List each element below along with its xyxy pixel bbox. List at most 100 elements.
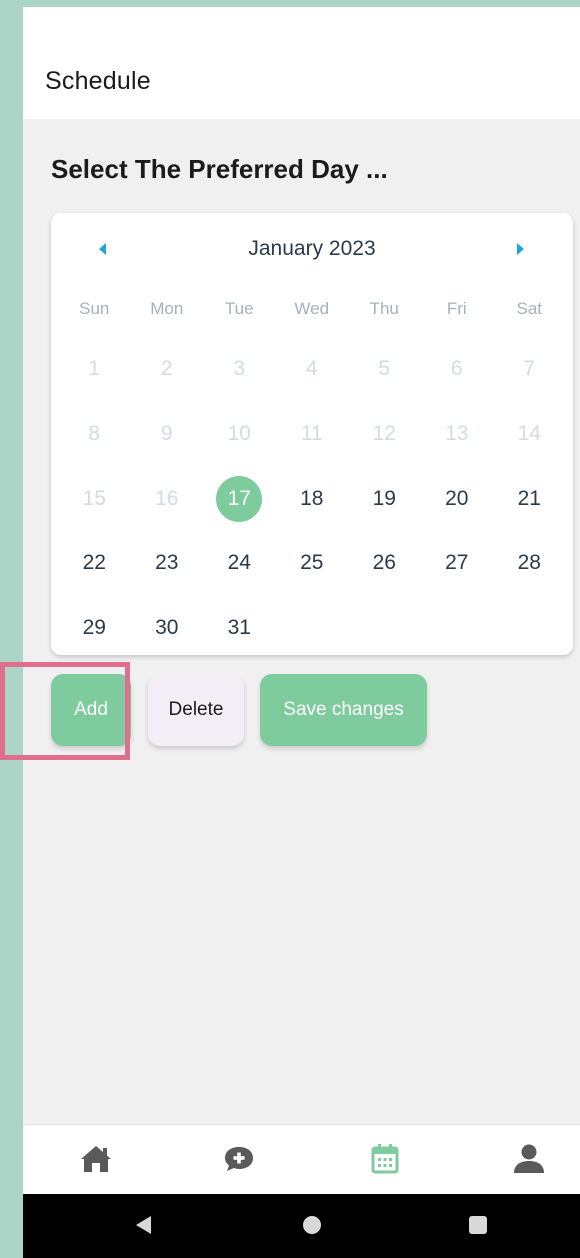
- weekday-label: Tue: [224, 299, 254, 318]
- day-number: 29: [82, 616, 106, 640]
- app-header: Schedule: [23, 7, 580, 119]
- calendar-day: 8: [58, 411, 131, 457]
- add-button[interactable]: Add: [51, 674, 131, 746]
- day-number: 19: [372, 486, 396, 510]
- calendar-day[interactable]: 18: [276, 476, 349, 522]
- calendar-day[interactable]: 25: [276, 540, 349, 586]
- save-changes-button[interactable]: Save changes: [260, 674, 427, 746]
- calendar-day-selected[interactable]: 17: [203, 475, 276, 522]
- day-number: 27: [445, 551, 469, 575]
- day-number: 17: [216, 475, 263, 522]
- day-number: 22: [82, 551, 106, 575]
- day-number: 26: [372, 551, 396, 575]
- calendar: January 2023 Sun Mon Tue Wed Thu Fri Sat…: [51, 213, 573, 655]
- section-title: Select The Preferred Day ...: [51, 154, 388, 184]
- calendar-day: 4: [276, 346, 349, 392]
- calendar-day: 5: [348, 346, 421, 392]
- user-icon: [514, 1144, 544, 1173]
- day-number: 8: [88, 422, 101, 446]
- page-title: Schedule: [45, 67, 151, 95]
- calendar-day: 2: [131, 346, 204, 392]
- weekday-label: Sun: [79, 299, 110, 318]
- calendar-day: 16: [131, 476, 204, 522]
- calendar-day[interactable]: 19: [348, 476, 421, 522]
- calendar-day[interactable]: 30: [131, 605, 204, 651]
- day-number: 20: [445, 486, 469, 510]
- calendar-day[interactable]: 27: [421, 540, 494, 586]
- calendar-day: 10: [203, 411, 276, 457]
- day-number: 24: [227, 551, 251, 575]
- home-icon: [81, 1146, 111, 1172]
- calendar-day: 12: [348, 411, 421, 457]
- delete-button[interactable]: Delete: [148, 674, 244, 746]
- day-number: 7: [523, 357, 536, 381]
- calendar-day: 11: [276, 411, 349, 457]
- day-number: 1: [88, 357, 101, 381]
- weekday-row: Sun Mon Tue Wed Thu Fri Sat: [58, 299, 566, 319]
- nav-calendar[interactable]: [365, 1139, 405, 1179]
- nav-home[interactable]: [76, 1139, 116, 1179]
- calendar-day[interactable]: 31: [203, 605, 276, 651]
- home-circle-icon[interactable]: [303, 1216, 321, 1234]
- day-number: 30: [155, 616, 179, 640]
- day-number: 5: [378, 357, 391, 381]
- chat-plus-icon: [225, 1147, 253, 1171]
- nav-profile[interactable]: [509, 1139, 549, 1179]
- day-number: 9: [160, 422, 173, 446]
- day-number: 15: [82, 486, 106, 510]
- day-number: 2: [160, 357, 173, 381]
- calendar-week: 8 9 10 11 12 13 14: [58, 402, 566, 467]
- day-number: 18: [300, 486, 324, 510]
- calendar-day[interactable]: 22: [58, 540, 131, 586]
- calendar-day: 14: [493, 411, 566, 457]
- calendar-day[interactable]: 23: [131, 540, 204, 586]
- calendar-day[interactable]: 21: [493, 476, 566, 522]
- weekday-label: Wed: [294, 299, 330, 318]
- system-nav-bar: [23, 1194, 580, 1258]
- calendar-day: 1: [58, 346, 131, 392]
- day-number: 16: [155, 486, 179, 510]
- phone-screen: Schedule Select The Preferred Day ... Ja…: [23, 7, 580, 1258]
- calendar-day: 6: [421, 346, 494, 392]
- recents-icon[interactable]: [469, 1216, 487, 1234]
- weekday-label: Mon: [150, 299, 184, 318]
- day-number: 3: [233, 357, 246, 381]
- day-number: 23: [155, 551, 179, 575]
- calendar-week: 1 2 3 4 5 6 7: [58, 337, 566, 402]
- day-number: 11: [300, 422, 323, 446]
- calendar-day: 3: [203, 346, 276, 392]
- calendar-day[interactable]: 20: [421, 476, 494, 522]
- nav-chat[interactable]: [219, 1139, 259, 1179]
- day-number: 25: [300, 551, 324, 575]
- bottom-nav: [23, 1124, 580, 1194]
- caret-right-icon[interactable]: [517, 243, 524, 255]
- day-number: 6: [450, 357, 463, 381]
- weekday-label: Sat: [516, 299, 543, 318]
- day-number: 31: [227, 616, 251, 640]
- calendar-header: January 2023: [51, 235, 573, 267]
- calendar-grid: 1 2 3 4 5 6 7 8 9 10 11 12 13 14 15 16 1…: [58, 337, 566, 660]
- month-label: January 2023: [248, 237, 376, 260]
- calendar-day[interactable]: 24: [203, 540, 276, 586]
- weekday-label: Fri: [446, 299, 467, 318]
- calendar-day[interactable]: 28: [493, 540, 566, 586]
- calendar-day: 13: [421, 411, 494, 457]
- day-number: 28: [517, 551, 541, 575]
- day-number: 13: [445, 422, 469, 446]
- calendar-week: 15 16 17 18 19 20 21: [58, 466, 566, 531]
- day-number: 12: [372, 422, 396, 446]
- calendar-day[interactable]: 29: [58, 605, 131, 651]
- calendar-day[interactable]: 26: [348, 540, 421, 586]
- calendar-icon: [371, 1144, 399, 1174]
- calendar-day: 7: [493, 346, 566, 392]
- calendar-week: 29 30 31: [58, 596, 566, 661]
- calendar-week: 22 23 24 25 26 27 28: [58, 531, 566, 596]
- day-number: 10: [227, 422, 251, 446]
- day-number: 14: [517, 422, 541, 446]
- weekday-label: Thu: [369, 299, 399, 318]
- calendar-day: 9: [131, 411, 204, 457]
- calendar-day: 15: [58, 476, 131, 522]
- day-number: 4: [305, 357, 318, 381]
- day-number: 21: [517, 486, 541, 510]
- back-icon[interactable]: [136, 1216, 151, 1234]
